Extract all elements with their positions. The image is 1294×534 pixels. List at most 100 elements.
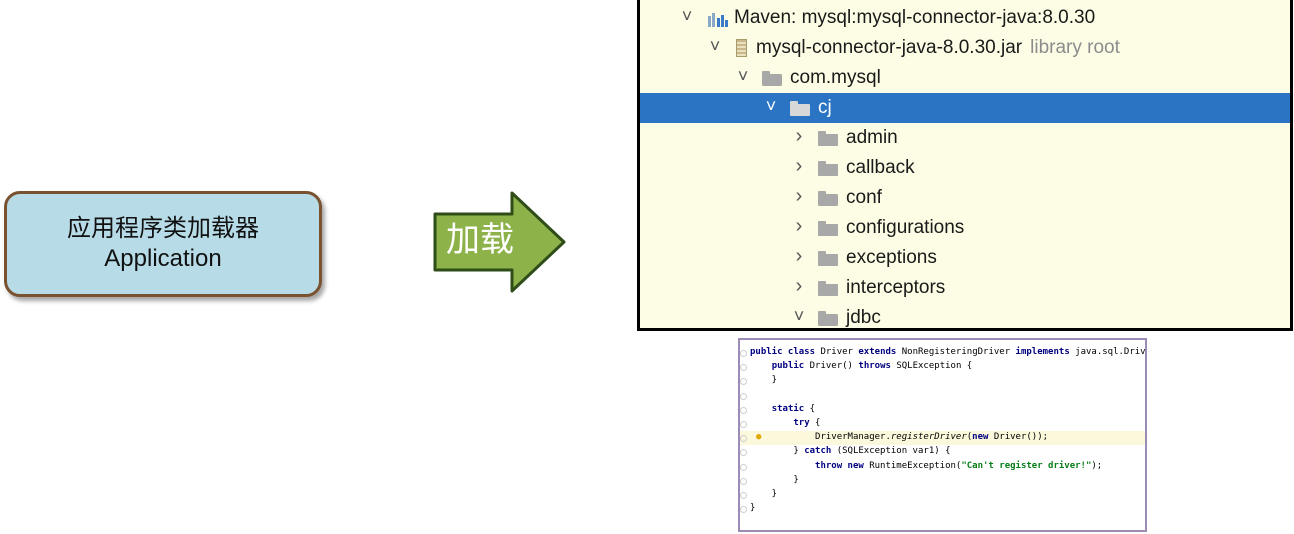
chevron-right-icon[interactable]: › (792, 156, 806, 176)
gutter-marker-icon (740, 463, 747, 471)
code-token: throw new (815, 460, 870, 471)
folder-icon (818, 251, 838, 266)
code-text: } (750, 488, 777, 502)
code-line: } (740, 374, 1145, 388)
code-text: try { (750, 417, 820, 431)
code-line: } (740, 502, 1145, 516)
gutter-marker-icon (740, 378, 747, 386)
folder-icon (818, 161, 838, 176)
code-token: catch (804, 446, 837, 457)
loader-title-en: Application (104, 245, 222, 272)
tree-item-jdbc[interactable]: ˅ jdbc (640, 303, 1290, 328)
code-token: RuntimeException( (869, 460, 962, 471)
tree-item-admin[interactable]: › admin (640, 123, 1290, 153)
tree-item-exceptions[interactable]: › exceptions (640, 243, 1290, 273)
tree-item-com-mysql[interactable]: ˅ com.mysql (640, 63, 1290, 93)
folder-icon (818, 131, 838, 146)
chevron-down-icon[interactable]: ˅ (708, 37, 722, 55)
code-line: } catch (SQLException var1) { (740, 445, 1145, 459)
gutter-marker-icon (740, 477, 747, 485)
chevron-right-icon[interactable]: › (792, 246, 806, 266)
chevron-down-icon[interactable]: ˅ (764, 97, 778, 115)
folder-icon (818, 191, 838, 206)
code-text: public class Driver extends NonRegisteri… (750, 346, 1146, 360)
chevron-right-icon[interactable]: › (792, 126, 806, 146)
folder-icon (818, 281, 838, 296)
code-text: } (750, 474, 799, 488)
code-line: } (740, 488, 1145, 502)
gutter-marker-icon (740, 406, 747, 414)
folder-icon (790, 101, 810, 116)
application-class-loader-box: 应用程序类加载器 Application (4, 191, 322, 297)
driver-code-panel: public class Driver extends NonRegisteri… (738, 338, 1147, 532)
tree-item-label: jdbc (846, 307, 881, 328)
tree-item-label: cj (818, 97, 832, 118)
code-text: DriverManager.registerDriver(new Driver(… (750, 431, 1048, 445)
jar-icon (736, 39, 747, 57)
tree-item-label: interceptors (846, 277, 946, 298)
code-line (740, 389, 1145, 403)
code-line: public class Driver extends NonRegisteri… (740, 346, 1145, 360)
folder-icon (818, 311, 838, 326)
gutter-marker-icon (740, 392, 747, 400)
chevron-right-icon[interactable]: › (792, 216, 806, 236)
code-token: (SQLException var1) { (836, 446, 951, 457)
code-line: ● DriverManager.registerDriver(new Drive… (740, 431, 1145, 445)
code-token: public class (750, 347, 821, 357)
code-token: java.sql.Driver { (1075, 347, 1146, 357)
code-token: Driver (820, 347, 859, 357)
code-token: SQLException { (896, 361, 973, 372)
code-token: } (750, 503, 756, 514)
tree-item-label: conf (846, 187, 882, 208)
gutter-marker-icon (740, 350, 747, 357)
gutter-marker-icon (740, 435, 747, 443)
tree-item-mysql-connector-java-8-0-30-jar[interactable]: ˅ mysql-connector-java-8.0.30.jar library … (640, 33, 1290, 63)
code-line: } (740, 474, 1145, 488)
tree-item-label: admin (846, 127, 898, 148)
code-text: throw new RuntimeException("Can't regist… (750, 460, 1102, 474)
chevron-down-icon[interactable]: ˅ (792, 307, 806, 325)
code-token: extends (858, 347, 902, 357)
chevron-right-icon[interactable]: › (792, 276, 806, 296)
code-line: throw new RuntimeException("Can't regist… (740, 460, 1145, 474)
tree-item-label: configurations (846, 217, 965, 238)
gutter-marker-icon (740, 506, 747, 514)
code-token: throws (858, 361, 897, 372)
tree-item-configurations[interactable]: › configurations (640, 213, 1290, 243)
code-token: } (750, 375, 778, 386)
code-token: public (771, 361, 810, 372)
loader-title-cn: 应用程序类加载器 (67, 215, 259, 242)
folder-icon (818, 221, 838, 236)
maven-library-icon (708, 11, 730, 27)
tree-item-label: com.mysql (790, 67, 881, 88)
code-token: "Can't register driver!" (961, 460, 1092, 471)
code-text: } catch (SQLException var1) { (750, 445, 951, 459)
tree-item-conf[interactable]: › conf (640, 183, 1290, 213)
code-token: Driver()); (993, 432, 1049, 443)
code-token: NonRegisteringDriver (901, 347, 1016, 357)
code-token: new (972, 432, 994, 443)
tree-item-maven-mysql-mysql-connector-java-8-0-30[interactable]: ˅ Maven: mysql:mysql-connector-java:8.0.3… (640, 3, 1290, 33)
tree-item-interceptors[interactable]: › interceptors (640, 273, 1290, 303)
tree-item-hint: library root (1030, 37, 1120, 58)
code-text: public Driver() throws SQLException { (750, 360, 973, 374)
tree-item-label: Maven: mysql:mysql-connector-java:8.0.30 (734, 7, 1096, 28)
code-token: } (750, 474, 799, 485)
gutter-marker-icon (740, 364, 747, 372)
code-token: DriverManager. (750, 432, 891, 443)
code-token: static (771, 403, 810, 414)
arrow-label: 加载 (446, 220, 514, 260)
tree-item-callback[interactable]: › callback (640, 153, 1290, 183)
code-token: registerDriver (890, 432, 967, 443)
code-token: { (815, 418, 821, 428)
chevron-down-icon[interactable]: ˅ (736, 67, 750, 85)
code-token: } (750, 489, 778, 499)
project-tree-panel: ˅ Maven: mysql:mysql-connector-java:8.0.3… (637, 0, 1293, 331)
code-token: } (750, 446, 805, 457)
chevron-right-icon[interactable]: › (792, 186, 806, 206)
tree-item-cj[interactable]: ˅ cj (640, 93, 1290, 123)
chevron-down-icon[interactable]: ˅ (680, 7, 694, 25)
code-token: { (809, 403, 816, 414)
